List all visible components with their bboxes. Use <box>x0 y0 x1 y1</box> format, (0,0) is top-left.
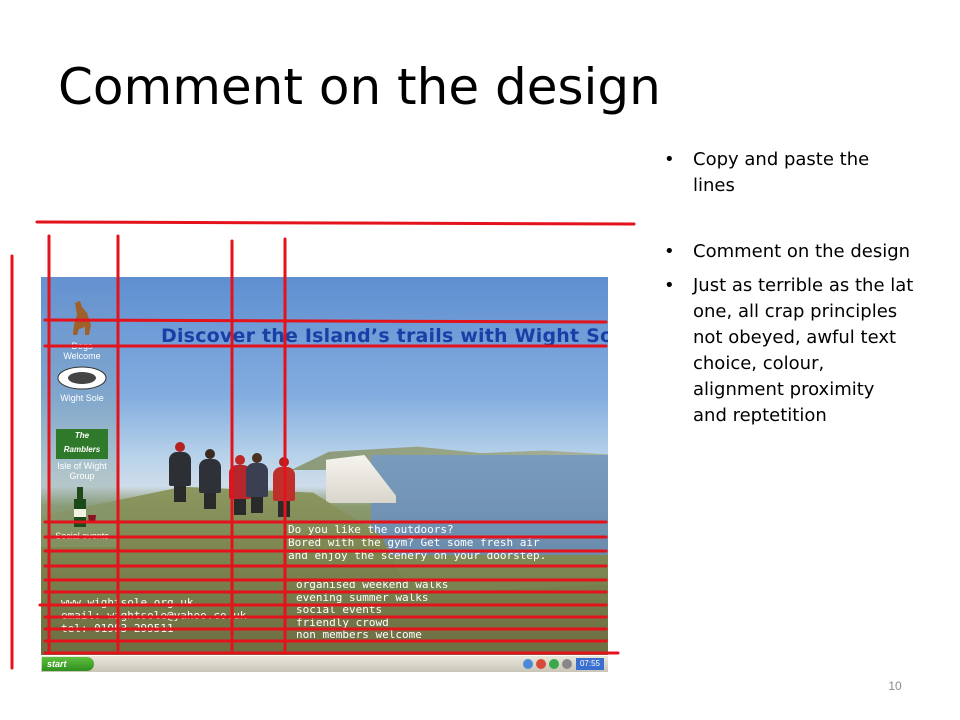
red-alignment-lines <box>10 220 636 670</box>
slide-number: 10 <box>888 679 902 693</box>
alignment-line-horizontal <box>35 220 636 226</box>
alignment-line-horizontal <box>43 318 608 324</box>
